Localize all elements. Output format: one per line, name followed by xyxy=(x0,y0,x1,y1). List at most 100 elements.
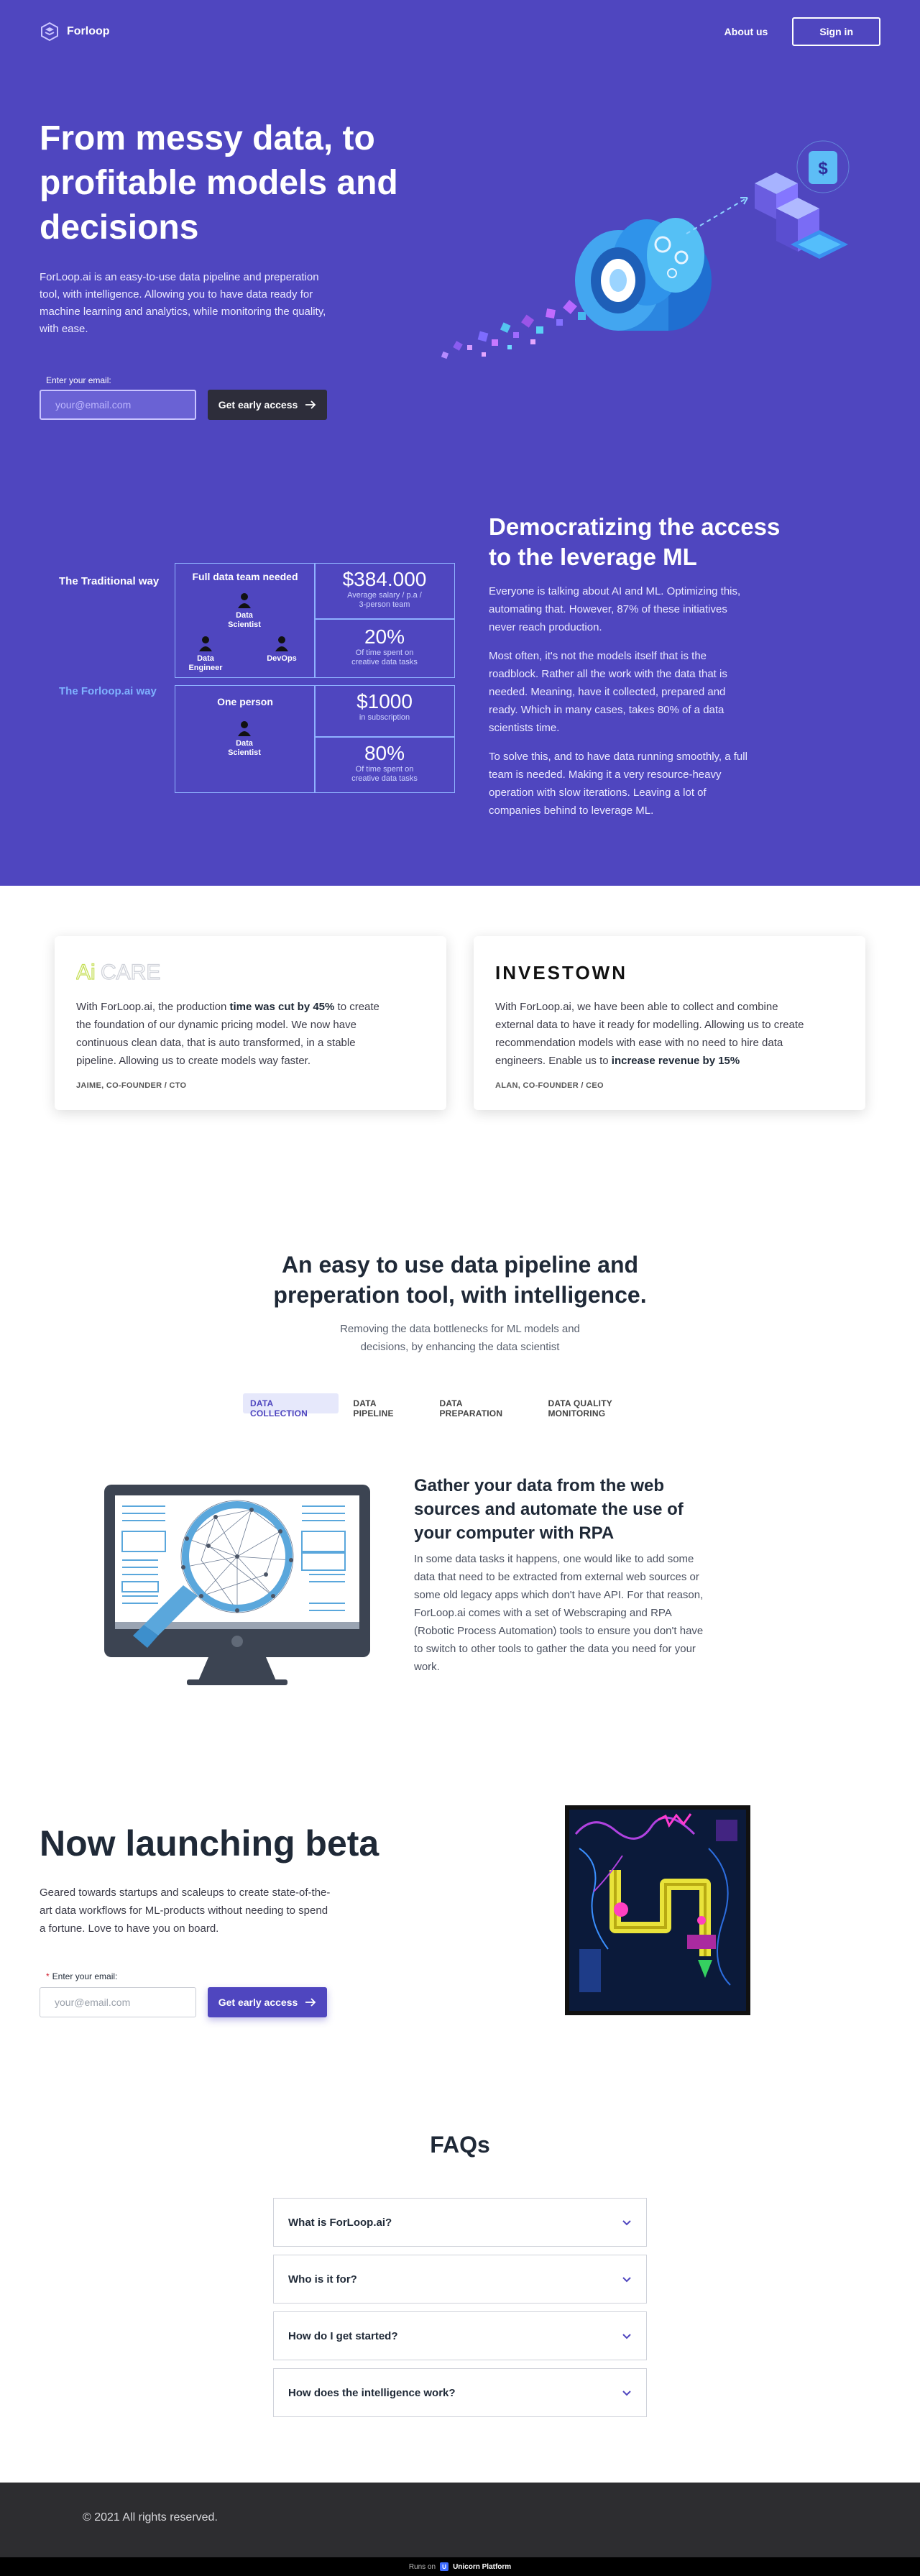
forloop-price-box: $1000 in subscription xyxy=(314,685,455,737)
time-note: Of time spent on creative data tasks xyxy=(351,648,418,666)
tab-data-quality-monitoring[interactable]: DATA QUALITY MONITORING xyxy=(540,1393,677,1418)
faq-question: What is ForLoop.ai? xyxy=(288,2216,392,2229)
forloop-time-box: 80% Of time spent on creative data tasks xyxy=(314,737,455,793)
salary-stat: $384.000 Average salary / p.a / 3-person… xyxy=(315,568,454,610)
democratizing-paragraph-1: Everyone is talking about AI and ML. Opt… xyxy=(489,585,741,633)
forloop-data-scientist-person: Data Scientist xyxy=(223,720,266,758)
beta-email-input[interactable]: your@email.com xyxy=(40,1987,196,2017)
processing-cylinder-icon xyxy=(575,218,712,331)
brand-name: Forloop xyxy=(67,25,110,37)
price-stat: $1000 in subscription xyxy=(315,690,454,723)
feature-tabs: DATA COLLECTION DATA PIPELINE DATA PREPA… xyxy=(243,1393,677,1418)
testimonial-quote: With ForLoop.ai, we have been able to co… xyxy=(495,1001,804,1067)
cost-comparison: The Traditional way The Forloop.ai way F… xyxy=(50,563,460,793)
faq-title: FAQs xyxy=(430,2132,490,2158)
footer: © 2021 All rights reserved. xyxy=(0,2483,920,2557)
tab-data-pipeline[interactable]: DATA PIPELINE xyxy=(346,1393,425,1418)
unicorn-platform-logo-icon: U xyxy=(440,2562,449,2571)
hero-cta-label: Get early access xyxy=(218,399,298,411)
runs-on-badge[interactable]: Runs on U Unicorn Platform xyxy=(0,2557,920,2576)
person-icon xyxy=(238,593,251,608)
forloop-way-label: The Forloop.ai way xyxy=(59,685,157,697)
traditional-time-box: 20% Of time spent on creative data tasks xyxy=(314,619,455,678)
page: Forloop About us Sign in From messy data… xyxy=(0,0,920,2576)
svg-text:INVESTOWN: INVESTOWN xyxy=(495,962,627,984)
pipeline-title: An easy to use data pipeline and prepera… xyxy=(273,1252,647,1308)
svg-text:CARE: CARE xyxy=(101,961,160,984)
tab-data-collection[interactable]: DATA COLLECTION xyxy=(243,1393,339,1418)
beta-cta-label: Get early access xyxy=(218,1997,298,2008)
model-blocks-icon: $ xyxy=(755,140,850,259)
hero-title: From messy data, to profitable models an… xyxy=(40,119,398,247)
beta-text: Geared towards startups and scaleups to … xyxy=(40,1887,331,1935)
forloop-time-stat: 80% Of time spent on creative data tasks xyxy=(315,742,454,784)
data-particles-icon xyxy=(441,296,588,359)
investown-logo: INVESTOWN xyxy=(495,962,627,984)
person-icon xyxy=(275,636,288,651)
platform-name: Unicorn Platform xyxy=(453,2562,512,2571)
person-icon xyxy=(199,636,212,651)
sign-in-button[interactable]: Sign in xyxy=(792,17,880,46)
forloop-team-title: One person xyxy=(217,696,273,707)
svg-text:Ai: Ai xyxy=(76,961,96,984)
testimonial-author: JAIME, CO-FOUNDER / CTO xyxy=(76,1081,187,1090)
beta-email-label: * Enter your email: xyxy=(46,1971,118,1981)
data-scientist-person: Data Scientist xyxy=(223,592,266,630)
abstract-art-image xyxy=(565,1805,750,2015)
forloop-time-note: Of time spent on creative data tasks xyxy=(351,765,418,783)
forloop-team-box: One person Data Scientist xyxy=(175,685,316,793)
testimonial-card-investown: INVESTOWN With ForLoop.ai, we have been … xyxy=(474,936,865,1110)
top-nav: Forloop About us Sign in xyxy=(40,17,880,46)
hero-get-early-access-button[interactable]: Get early access xyxy=(208,390,327,420)
pipeline-subtitle: Removing the data bottlenecks for ML mod… xyxy=(340,1323,580,1353)
hero-subtitle: ForLoop.ai is an easy-to-use data pipeli… xyxy=(40,271,326,335)
traditional-way-label: The Traditional way xyxy=(59,575,160,587)
forloop-time-value: 80% xyxy=(364,742,405,764)
faq-item[interactable]: What is ForLoop.ai? xyxy=(273,2198,647,2247)
chevron-down-icon xyxy=(622,2334,631,2339)
role-label: Data Scientist xyxy=(228,739,261,757)
salary-note: Average salary / p.a / 3-person team xyxy=(347,591,422,609)
hero-section: Forloop About us Sign in From messy data… xyxy=(0,0,920,886)
democratizing-paragraph-3: To solve this, and to have data running … xyxy=(489,751,748,817)
required-mark: * xyxy=(46,1971,50,1981)
data-engineer-person: Data Engineer xyxy=(184,636,227,673)
role-label: DevOps xyxy=(267,654,297,663)
dashed-arrow-icon xyxy=(686,197,748,234)
time-stat: 20% Of time spent on creative data tasks xyxy=(315,625,454,667)
beta-get-early-access-button[interactable]: Get early access xyxy=(208,1987,327,2017)
faq-item[interactable]: How does the intelligence work? xyxy=(273,2368,647,2417)
role-label: Data Engineer xyxy=(188,654,223,672)
hero-email-input[interactable]: your@email.com xyxy=(40,390,196,420)
salary-value: $384.000 xyxy=(342,568,427,590)
person-icon xyxy=(238,721,251,736)
tab-data-preparation[interactable]: DATA PREPARATION xyxy=(432,1393,533,1418)
data-pipeline-illustration: $ xyxy=(441,140,850,359)
arrow-right-icon xyxy=(305,1998,316,2007)
web-scraping-illustration xyxy=(104,1485,370,1685)
feature-title: Gather your data from the web sources an… xyxy=(414,1476,684,1543)
beta-title: Now launching beta xyxy=(40,1823,380,1864)
democratizing-title: Democratizing the access to the leverage… xyxy=(489,513,781,570)
feature-text: In some data tasks it happens, one would… xyxy=(414,1553,704,1673)
faq-item[interactable]: Who is it for? xyxy=(273,2255,647,2304)
faq-question: How does the intelligence work? xyxy=(288,2386,456,2399)
about-us-link[interactable]: About us xyxy=(724,26,768,37)
time-value: 20% xyxy=(364,625,405,648)
chevron-down-icon xyxy=(622,2277,631,2283)
faq-question: Who is it for? xyxy=(288,2273,357,2286)
arrow-right-icon xyxy=(305,400,316,409)
copyright-text: © 2021 All rights reserved. xyxy=(83,2511,218,2524)
traditional-team-title: Full data team needed xyxy=(192,571,298,582)
hero-email-label: Enter your email: xyxy=(46,375,111,385)
nav-right: About us Sign in xyxy=(724,17,880,46)
faq-item[interactable]: How do I get started? xyxy=(273,2311,647,2360)
price-note: in subscription xyxy=(359,713,410,722)
brand[interactable]: Forloop xyxy=(40,22,110,42)
role-label: Data Scientist xyxy=(228,611,261,629)
chevron-down-icon xyxy=(622,2220,631,2226)
chevron-down-icon xyxy=(622,2391,631,2396)
svg-text:$: $ xyxy=(818,159,828,178)
testimonial-author: ALAN, CO-FOUNDER / CEO xyxy=(495,1081,604,1090)
testimonial-card-aicare: Ai CARE With ForLoop.ai, the production … xyxy=(55,936,446,1110)
